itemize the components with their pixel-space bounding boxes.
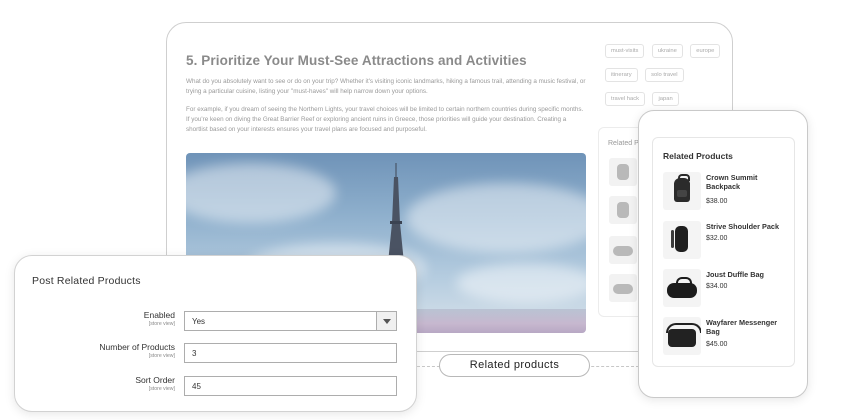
- tag-link[interactable]: japan: [652, 92, 679, 106]
- field-label: Sort Order [store view]: [135, 375, 175, 392]
- number-of-products-input[interactable]: 3: [184, 343, 397, 363]
- product-price: $38.00: [706, 198, 728, 205]
- tag-link[interactable]: solo travel: [645, 68, 684, 82]
- tag-link[interactable]: ukraine: [651, 44, 683, 58]
- number-of-products-row: Number of Products [store view] 3: [15, 342, 418, 366]
- duffle-bag-icon[interactable]: [663, 269, 701, 307]
- product-thumbnail[interactable]: [609, 196, 637, 224]
- product-item[interactable]: Crown Summit Backpack $38.00: [663, 172, 793, 214]
- scope-label: [store view]: [148, 353, 175, 359]
- sort-order-input[interactable]: 45: [184, 376, 397, 396]
- product-name[interactable]: Joust Duffle Bag: [706, 270, 792, 279]
- field-label: Enabled [store view]: [143, 310, 175, 327]
- mobile-preview: Related Products Crown Summit Backpack $…: [638, 110, 808, 398]
- tag-link[interactable]: must-visits: [605, 44, 645, 58]
- product-name[interactable]: Wayfarer Messenger Bag: [706, 318, 792, 336]
- related-products-widget: Related Products Crown Summit Backpack $…: [652, 137, 795, 367]
- chevron-down-icon[interactable]: [376, 312, 396, 330]
- shoulder-pack-icon[interactable]: [663, 221, 701, 259]
- post-related-products-config: Post Related Products Enabled [store vie…: [14, 255, 417, 412]
- product-name[interactable]: Strive Shoulder Pack: [706, 222, 792, 231]
- tag-cloud: must-visits ukraine europe itinerary sol…: [605, 39, 725, 111]
- product-thumbnail[interactable]: [609, 158, 637, 186]
- enabled-select[interactable]: Yes: [184, 311, 397, 331]
- blog-paragraph: What do you absolutely want to see or do…: [186, 78, 586, 95]
- product-price: $34.00: [706, 283, 728, 290]
- messenger-bag-icon[interactable]: [663, 317, 701, 355]
- blog-title: 5. Prioritize Your Must-See Attractions …: [186, 53, 527, 68]
- field-label: Number of Products [store view]: [99, 342, 175, 359]
- product-thumbnail[interactable]: [609, 236, 637, 264]
- product-item[interactable]: Wayfarer Messenger Bag $45.00: [663, 317, 793, 359]
- enabled-select-value: Yes: [192, 317, 206, 326]
- product-item[interactable]: Strive Shoulder Pack $32.00: [663, 221, 793, 263]
- tag-link[interactable]: travel hack: [605, 92, 646, 106]
- sort-order-row: Sort Order [store view] 45: [15, 375, 418, 399]
- product-price: $32.00: [706, 235, 728, 242]
- enabled-field-row: Enabled [store view] Yes: [15, 310, 418, 334]
- scope-label: [store view]: [148, 321, 175, 327]
- tag-link[interactable]: europe: [690, 44, 721, 58]
- related-products-heading: Related Products: [663, 151, 733, 161]
- product-price: $45.00: [706, 341, 728, 348]
- tag-link[interactable]: itinerary: [605, 68, 638, 82]
- related-products-label: Related products: [439, 354, 590, 377]
- product-name[interactable]: Crown Summit Backpack: [706, 173, 792, 191]
- blog-paragraph: For example, if you dream of seeing the …: [186, 106, 584, 133]
- scope-label: [store view]: [148, 386, 175, 392]
- product-item[interactable]: Joust Duffle Bag $34.00: [663, 269, 793, 311]
- config-section-title: Post Related Products: [32, 275, 141, 287]
- sidebar-related-heading: Related P: [608, 140, 639, 147]
- product-thumbnail[interactable]: [609, 274, 637, 302]
- backpack-icon[interactable]: [663, 172, 701, 210]
- blog-content: 5. Prioritize Your Must-See Attractions …: [186, 53, 586, 135]
